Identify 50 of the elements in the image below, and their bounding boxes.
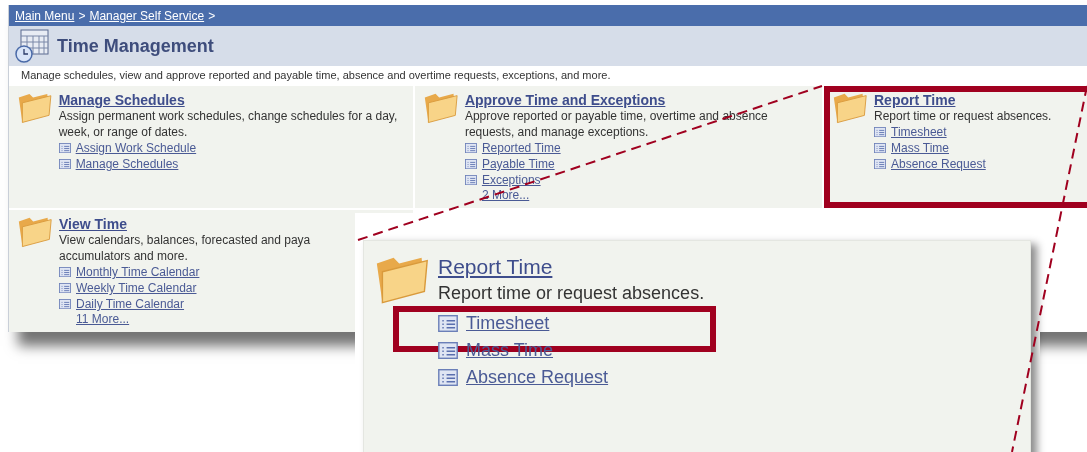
menu-link[interactable]: Manage Schedules [75,157,179,171]
list-page-icon [438,315,458,332]
list-page-icon [874,126,886,138]
list-page-icon [59,282,71,294]
list-page-icon [59,266,71,278]
menu-link[interactable]: Timesheet [891,125,947,139]
category-title-link[interactable]: Approve Time and Exceptions [464,92,814,108]
folder-icon [17,92,53,125]
page-title: Time Management [57,35,214,57]
menu-link[interactable]: Daily Time Calendar [76,297,185,311]
category-description: View calendars, balances, forecasted and paya [59,232,311,248]
breadcrumb-separator: > [78,8,86,23]
list-page-icon [438,342,458,359]
list-page-icon [464,158,477,170]
folder-icon [374,255,430,306]
list-page-icon [438,369,458,386]
menu-link[interactable]: Mass Time [891,141,949,155]
menu-link[interactable]: Timesheet [466,313,550,334]
breadcrumb-separator: > [208,8,216,23]
breadcrumb-link[interactable]: Manager Self Service [89,8,205,23]
category-description: Report time or request absences. [438,283,705,304]
page-description: Manage schedules, view and approve reported and payable time, absence and overtime requests, exceptions, and more. [9,66,1087,85]
list-page-icon [874,158,886,170]
list-page-icon [464,142,477,154]
category-description: Assign permanent work schedules, change schedules for a day, week, or range of dates. [58,108,399,140]
category-title-link[interactable]: View Time [59,216,311,232]
more-link[interactable]: 11 More... [76,312,311,326]
category-title-link[interactable]: Manage Schedules [58,92,405,108]
folder-icon [423,92,459,125]
menu-link[interactable]: Absence Request [466,367,609,388]
menu-link[interactable]: Payable Time [481,157,555,171]
menu-link[interactable]: Exceptions [481,173,541,187]
category-title-link[interactable]: Report Time [438,255,705,279]
list-page-icon [58,158,71,170]
folder-icon [832,92,868,125]
calendar-clock-icon [15,29,49,63]
menu-link[interactable]: Absence Request [891,157,986,171]
menu-link[interactable]: Reported Time [481,141,561,155]
breadcrumb-link[interactable]: Main Menu [15,8,75,23]
category-description: Report time or request absences. [874,108,1052,124]
category-description: accumulators and more. [59,248,189,264]
folder-icon [17,216,53,249]
list-page-icon [464,174,477,186]
menu-link[interactable]: Weekly Time Calendar [76,281,197,295]
list-page-icon [59,298,71,310]
category-title-link[interactable]: Report Time [874,92,1052,108]
list-page-icon [58,142,71,154]
menu-link[interactable]: Assign Work Schedule [75,141,197,155]
menu-link[interactable]: Monthly Time Calendar [76,265,200,279]
list-page-icon [874,142,886,154]
